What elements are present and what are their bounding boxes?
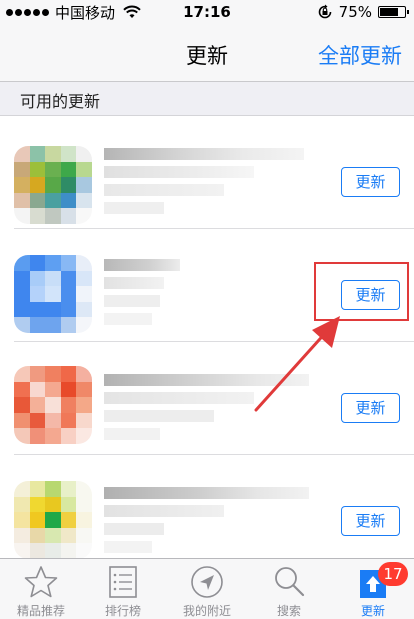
app-info-blurred	[104, 259, 312, 329]
battery-percent: 75%	[338, 3, 372, 21]
battery-icon	[378, 6, 409, 18]
navigation-bar: 更新 全部更新	[0, 24, 414, 82]
update-list: 更新 更新 更新 更新	[0, 116, 414, 558]
update-row[interactable]: 更新	[0, 229, 414, 342]
status-bar: 中国移动 17:16 75%	[0, 0, 414, 24]
tab-label: 精品推荐	[16, 604, 65, 618]
section-header: 可用的更新	[0, 82, 414, 116]
app-icon[interactable]	[14, 481, 92, 558]
app-info-blurred	[104, 374, 312, 444]
battery-level	[380, 8, 398, 16]
section-title: 可用的更新	[20, 92, 101, 111]
update-all-button[interactable]: 全部更新	[318, 40, 402, 70]
search-icon	[275, 567, 305, 597]
update-row[interactable]: 更新	[0, 342, 414, 455]
app-info-blurred	[104, 487, 312, 557]
app-icon[interactable]	[14, 366, 92, 444]
tab-top-charts[interactable]: 排行榜	[82, 559, 164, 619]
rotation-lock-icon	[318, 4, 331, 19]
tab-bar: 精品推荐 排行榜 我的附近 搜索 17 更新	[0, 558, 414, 619]
tab-featured[interactable]: 精品推荐	[0, 559, 82, 619]
tab-search[interactable]: 搜索	[248, 559, 330, 619]
status-right: 75%	[317, 3, 409, 21]
app-icon[interactable]	[14, 255, 92, 333]
list-icon	[109, 566, 137, 598]
tab-label: 搜索	[276, 604, 301, 618]
update-row[interactable]: 更新	[0, 116, 414, 229]
update-button[interactable]: 更新	[341, 393, 400, 423]
tab-near-me[interactable]: 我的附近	[166, 559, 248, 619]
app-info-blurred	[104, 148, 312, 218]
update-row[interactable]: 更新	[0, 455, 414, 558]
tab-label: 我的附近	[182, 604, 231, 618]
location-arrow-icon	[191, 566, 223, 598]
tab-updates[interactable]: 17 更新	[332, 559, 414, 619]
update-button[interactable]: 更新	[341, 506, 400, 536]
tab-label: 排行榜	[104, 604, 141, 618]
update-button[interactable]: 更新	[341, 167, 400, 197]
star-icon	[24, 566, 58, 598]
update-button[interactable]: 更新	[341, 280, 400, 310]
updates-count-badge: 17	[378, 562, 408, 586]
tab-label: 更新	[360, 604, 385, 618]
app-icon[interactable]	[14, 146, 92, 224]
